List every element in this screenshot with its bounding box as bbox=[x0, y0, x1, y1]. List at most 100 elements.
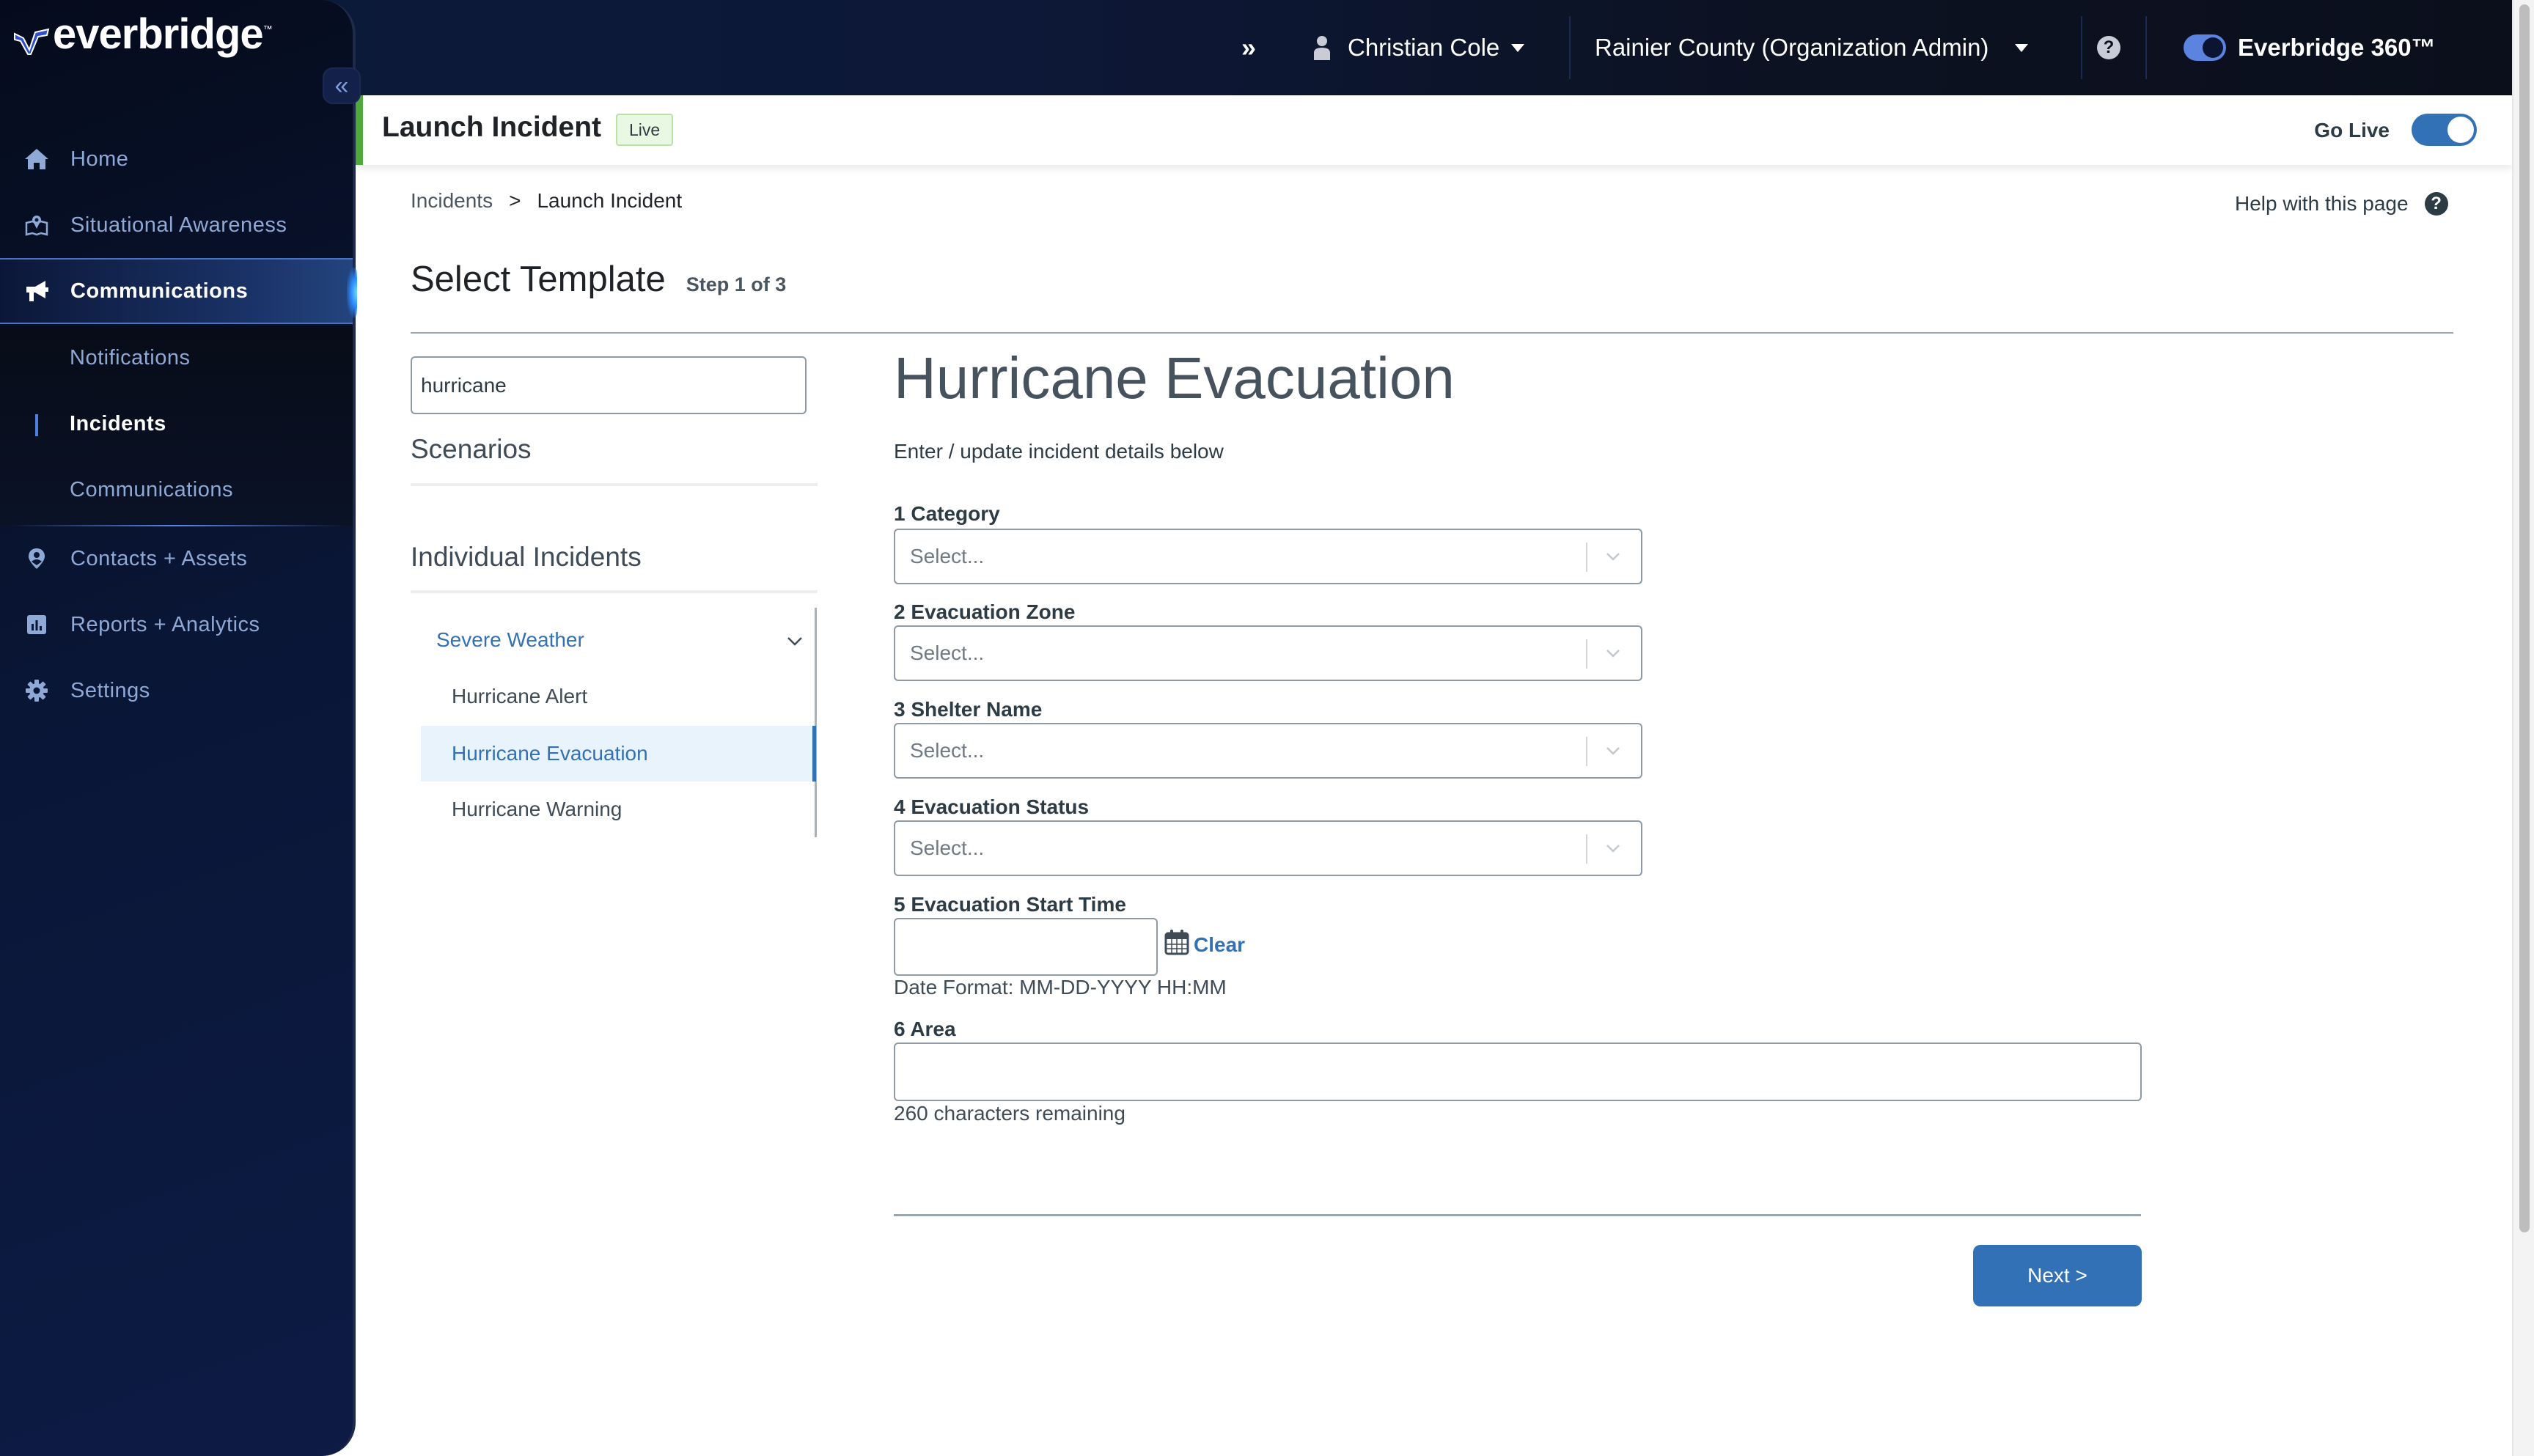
checkmark-logo-icon bbox=[14, 28, 50, 55]
help-label: Help with this page bbox=[2235, 192, 2409, 215]
toggle-knob bbox=[2447, 117, 2474, 143]
start-time-input[interactable] bbox=[894, 918, 1158, 976]
calendar-icon[interactable] bbox=[1164, 929, 1189, 960]
evacuation-status-select[interactable]: Select... bbox=[894, 820, 1642, 876]
field-label-evacuation-zone: 2 Evacuation Zone bbox=[894, 600, 1076, 623]
home-icon bbox=[22, 148, 51, 170]
category-select[interactable]: Select... bbox=[894, 529, 1642, 584]
field-label-start-time: 5 Evacuation Start Time bbox=[894, 893, 1126, 916]
category-label: Severe Weather bbox=[436, 628, 584, 651]
template-item-selected[interactable]: Hurricane Evacuation bbox=[421, 726, 816, 782]
group-scenarios[interactable]: Scenarios bbox=[411, 434, 532, 465]
select-placeholder: Select... bbox=[910, 545, 985, 567]
everbridge-logo[interactable]: everbridge ™ bbox=[13, 13, 273, 56]
form-subtitle: Enter / update incident details below bbox=[894, 440, 1224, 463]
go-live-toggle[interactable] bbox=[2412, 114, 2477, 146]
user-name: Christian Cole bbox=[1348, 34, 1500, 61]
gear-icon bbox=[22, 679, 51, 702]
help-icon: ? bbox=[2097, 36, 2120, 59]
page-scrollbar[interactable] bbox=[2512, 0, 2534, 1456]
section-heading: Select Template bbox=[411, 260, 666, 299]
chevron-down-icon bbox=[1598, 542, 1628, 571]
sidebar-item-situational-awareness[interactable]: Situational Awareness bbox=[0, 192, 353, 258]
megaphone-icon bbox=[22, 279, 51, 303]
field-label-category: 1 Category bbox=[894, 502, 1000, 525]
organization-name: Rainier County (Organization Admin) bbox=[1595, 34, 1989, 61]
breadcrumb-separator: > bbox=[509, 189, 521, 212]
chevron-down-icon bbox=[787, 628, 803, 652]
select-separator bbox=[1586, 834, 1587, 864]
sidebar-item-label: Contacts + Assets bbox=[70, 546, 248, 570]
chevron-down-icon bbox=[1511, 43, 1525, 52]
toggle-icon bbox=[2184, 34, 2226, 61]
user-icon bbox=[1312, 35, 1332, 60]
sidebar-item-label: Communications bbox=[70, 279, 249, 303]
help-button[interactable]: ? bbox=[2097, 0, 2120, 95]
page-header: Launch Incident Live Go Live bbox=[356, 95, 2512, 165]
sidebar-item-home[interactable]: Home bbox=[0, 126, 353, 192]
breadcrumb-current: Launch Incident bbox=[537, 189, 683, 212]
sidebar-item-label: Situational Awareness bbox=[70, 213, 287, 237]
sidebar-item-label: Reports + Analytics bbox=[70, 612, 260, 636]
breadcrumb-incidents[interactable]: Incidents bbox=[411, 189, 493, 213]
sidebar-subitem-communications[interactable]: Communications bbox=[70, 478, 233, 502]
clear-date-link[interactable]: Clear bbox=[1194, 933, 1245, 957]
template-item[interactable]: Hurricane Alert bbox=[421, 669, 816, 724]
field-label-shelter-name: 3 Shelter Name bbox=[894, 698, 1043, 721]
collapse-sidebar-button[interactable]: « bbox=[323, 67, 361, 104]
product-switch[interactable]: Everbridge 360™ bbox=[2184, 0, 2436, 95]
select-placeholder: Select... bbox=[910, 641, 985, 664]
characters-remaining: 260 characters remaining bbox=[894, 1102, 1125, 1125]
map-icon bbox=[22, 214, 51, 236]
chevron-down-icon bbox=[2015, 43, 2029, 52]
template-search-input[interactable] bbox=[411, 356, 807, 414]
chevron-down-icon bbox=[1598, 736, 1628, 765]
organization-menu[interactable]: Rainier County (Organization Admin) bbox=[1595, 0, 2029, 95]
sidebar-item-communications[interactable]: Communications bbox=[0, 258, 357, 324]
next-button[interactable]: Next > bbox=[1973, 1245, 2142, 1306]
field-label-evacuation-status: 4 Evacuation Status bbox=[894, 795, 1090, 818]
expand-icon[interactable]: » bbox=[1241, 0, 1256, 95]
evacuation-zone-select[interactable]: Select... bbox=[894, 625, 1642, 681]
divider bbox=[1569, 16, 1571, 79]
date-format-hint: Date Format: MM-DD-YYYY HH:MM bbox=[894, 976, 1227, 999]
select-placeholder: Select... bbox=[910, 739, 985, 762]
user-menu[interactable]: Christian Cole bbox=[1312, 0, 1525, 95]
top-bar: » Christian Cole Rainier County (Organiz… bbox=[0, 0, 2534, 95]
sidebar-item-contacts-assets[interactable]: Contacts + Assets bbox=[0, 526, 353, 592]
category-severe-weather[interactable]: Severe Weather bbox=[436, 625, 803, 655]
page-title: Launch Incident bbox=[382, 111, 602, 143]
go-live-label: Go Live bbox=[2314, 119, 2390, 141]
step-indicator: Step 1 of 3 bbox=[686, 273, 787, 295]
section-title: Select Template Step 1 of 3 bbox=[411, 259, 786, 300]
double-chevron-left-icon: « bbox=[334, 71, 349, 100]
date-controls: Clear bbox=[1164, 929, 1245, 960]
shelter-name-select[interactable]: Select... bbox=[894, 723, 1642, 779]
sidebar-item-label: Home bbox=[70, 147, 129, 171]
sidebar-item-settings[interactable]: Settings bbox=[0, 658, 353, 724]
breadcrumb: Incidents > Launch Incident bbox=[411, 189, 682, 213]
sidebar-item-label: Settings bbox=[70, 678, 150, 702]
sidebar-subitem-incidents[interactable]: Incidents bbox=[70, 412, 166, 436]
status-badge: Live bbox=[616, 114, 674, 146]
product-name: Everbridge 360™ bbox=[2238, 34, 2436, 61]
sidebar-subitem-notifications[interactable]: Notifications bbox=[70, 346, 190, 370]
logo-text: everbridge bbox=[53, 10, 264, 58]
chevron-down-icon bbox=[1598, 639, 1628, 668]
divider bbox=[411, 483, 818, 486]
select-separator bbox=[1586, 543, 1587, 572]
active-indicator bbox=[35, 414, 38, 436]
logo-tm: ™ bbox=[262, 23, 273, 34]
field-label-area: 6 Area bbox=[894, 1018, 956, 1040]
help-with-page-link[interactable]: Help with this page ? bbox=[2235, 192, 2448, 216]
chevron-down-icon bbox=[1598, 834, 1628, 863]
template-item[interactable]: Hurricane Warning bbox=[421, 782, 816, 837]
area-input[interactable] bbox=[894, 1043, 2142, 1101]
form-title: Hurricane Evacuation bbox=[894, 345, 1455, 411]
bar-chart-icon bbox=[22, 615, 51, 634]
select-placeholder: Select... bbox=[910, 837, 985, 859]
group-individual-incidents[interactable]: Individual Incidents bbox=[411, 542, 642, 573]
divider bbox=[2145, 16, 2147, 79]
scrollbar-thumb[interactable] bbox=[2519, 4, 2530, 1232]
sidebar-item-reports-analytics[interactable]: Reports + Analytics bbox=[0, 592, 353, 658]
